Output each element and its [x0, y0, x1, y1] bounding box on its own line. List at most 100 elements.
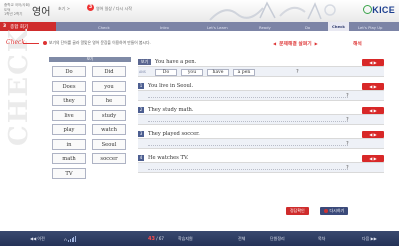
translation-link[interactable]: 해석 [353, 40, 362, 47]
tab-do[interactable]: Do [305, 25, 310, 30]
example-answer-row: ANS Do you have a pen ? [138, 67, 384, 77]
prev-arrow-icon[interactable]: ◀ [273, 41, 276, 46]
play-audio-button[interactable]: ◀ ▶ [362, 106, 384, 114]
answer-blank[interactable] [148, 145, 348, 146]
play-audio-button[interactable]: ◀ ▶ [362, 154, 384, 162]
meta-line-1: 중학교 국어/사회/도덕 [4, 3, 31, 12]
word-chip[interactable]: live [52, 109, 86, 121]
word-chip[interactable]: TV [52, 167, 86, 179]
next-page-button[interactable]: 다음 ▶▶ [362, 236, 377, 242]
question-list: 1 You live in Seoul. ◀ ▶? 2 They study math.… [138, 81, 384, 177]
word-chip[interactable]: soccer [92, 153, 126, 164]
word-chip[interactable]: he [92, 95, 126, 106]
word-chip[interactable]: you [92, 80, 126, 92]
tab-check[interactable]: Check [328, 22, 349, 31]
example-badge: 보기 [138, 58, 151, 65]
answer-blank[interactable] [148, 97, 348, 98]
tab-lets-play-up[interactable]: Let's Play Up [358, 25, 382, 30]
header: 중학교 국어/사회/도덕 1학년 2학기 영어 초기 > 3 영어 일상 / 다… [0, 0, 399, 22]
question-prompt: He watches TV. [148, 154, 189, 161]
question-mark: ? [346, 117, 349, 123]
footer-item-support[interactable]: 학습지원 [178, 236, 193, 242]
example-prompt: You have a pen. [155, 58, 197, 65]
prev-page-button[interactable]: ◀◀ 이전 [30, 236, 45, 242]
word-chip[interactable]: in [52, 138, 86, 150]
instruction-bullet-icon [43, 41, 47, 45]
volume-bars-icon[interactable] [68, 236, 77, 243]
question-item: 1 You live in Seoul. ◀ ▶ [138, 81, 384, 91]
header-decoration-graphic [209, 1, 336, 21]
question-area: 보기 You have a pen. ◀ ▶ ANS Do you have a… [138, 57, 384, 177]
play-audio-button[interactable]: ◀ ▶ [362, 82, 384, 90]
footer-item-summary[interactable]: 단원정리 [270, 236, 285, 242]
play-audio-button[interactable]: ◀ ▶ [362, 130, 384, 138]
step-badge: 3 [87, 4, 94, 11]
question-prompt: They study math. [148, 106, 194, 113]
answer-drop-row[interactable]: ? [138, 115, 384, 125]
answer-drop-row[interactable]: ? [138, 91, 384, 101]
main-panel: CHECK Check 보기의 단어를 골라 알맞은 영어 문장을 이용하여 만… [0, 28, 399, 231]
question-prompt: You live in Seoul. [148, 82, 194, 89]
word-chip[interactable]: Did [92, 66, 126, 77]
word-chip[interactable]: Do [52, 66, 86, 77]
question-number: 4 [138, 154, 144, 161]
question-mark: ? [346, 93, 349, 99]
word-box: 보기 Do Did Does you they he live study play watch i… [49, 57, 131, 197]
word-chip[interactable]: study [92, 109, 126, 121]
question-item: 2 They study math. ◀ ▶ [138, 105, 384, 115]
footer: ◀◀ 이전 ∩ 43 / 67 학습지원 전체 단원정리 목차 다음 ▶▶ [0, 231, 399, 246]
next-arrow-icon[interactable]: ▶ [315, 41, 318, 46]
retry-button[interactable]: 다시하기 [320, 207, 349, 215]
kice-logo: KICE [362, 5, 395, 15]
example-chip: have [207, 68, 229, 76]
question-number: 3 [138, 130, 144, 137]
header-meta: 중학교 국어/사회/도덕 1학년 2학기 [4, 3, 30, 17]
example-question: 보기 You have a pen. ◀ ▶ [138, 57, 384, 67]
path-text: 영어 일상 / 다시 시작 [96, 6, 132, 11]
page-indicator: 43 / 67 [148, 236, 164, 242]
answer-drop-row[interactable]: ? [138, 163, 384, 173]
answer-blank[interactable] [148, 169, 348, 170]
question-mark: ? [296, 69, 299, 75]
check-answer-button[interactable]: 정답확인 [286, 207, 309, 215]
footer-item-all[interactable]: 전체 [238, 236, 245, 242]
example-chips: Do you have a pen [155, 68, 255, 76]
question-number: 1 [138, 82, 144, 89]
example-chip: you [181, 68, 203, 76]
play-audio-button[interactable]: ◀ ▶ [362, 58, 384, 66]
breadcrumb[interactable]: 초기 > [58, 6, 70, 12]
tab-intro[interactable]: Intro [160, 25, 169, 30]
logo-text: KICE [372, 5, 395, 15]
logo-ring-icon [362, 5, 372, 14]
meta-line-2: 1학년 2학기 [4, 12, 23, 16]
retry-label: 다시하기 [329, 208, 345, 213]
answer-blank[interactable] [148, 121, 348, 122]
subject-title: 영어 [32, 7, 51, 18]
section-label: Check [6, 39, 40, 46]
word-chip[interactable]: math [52, 153, 86, 164]
question-mark: ? [346, 165, 349, 171]
question-prompt: They played soccer. [148, 130, 200, 137]
example-chip: a pen [233, 68, 255, 76]
answer-row-label: ANS [139, 69, 146, 74]
page-total: / 67 [156, 236, 164, 241]
tab-lets-learn[interactable]: Let's Learn [207, 25, 228, 30]
headphone-icon: ∩ [64, 237, 67, 242]
question-item: 4 He watches TV. ◀ ▶ [138, 153, 384, 163]
word-chip[interactable]: Does [52, 80, 86, 92]
example-chip: Do [155, 68, 177, 76]
question-item: 3 They played soccer. ◀ ▶ [138, 129, 384, 139]
page-current: 43 [148, 236, 155, 242]
tab-ready[interactable]: Ready [259, 25, 271, 30]
volume-control[interactable]: ∩ [64, 236, 77, 243]
problem-select[interactable]: ◀ 문제해결 살펴기 ▶ [270, 40, 321, 47]
answer-drop-row[interactable]: ? [138, 139, 384, 149]
tab-check-intro[interactable]: Check [98, 25, 110, 30]
navbar: 3 종합 회기 Check Intro Let's Learn Ready Do… [0, 22, 399, 31]
word-chip[interactable]: watch [92, 124, 126, 135]
footer-item-contents[interactable]: 목차 [318, 236, 325, 242]
word-chip[interactable]: they [52, 95, 86, 106]
word-chip[interactable]: play [52, 124, 86, 135]
word-chip[interactable]: Seoul [92, 138, 126, 150]
instruction-text: 보기의 단어를 골라 알맞은 영어 문장을 이용하여 만들어 봅시다. [49, 40, 151, 45]
